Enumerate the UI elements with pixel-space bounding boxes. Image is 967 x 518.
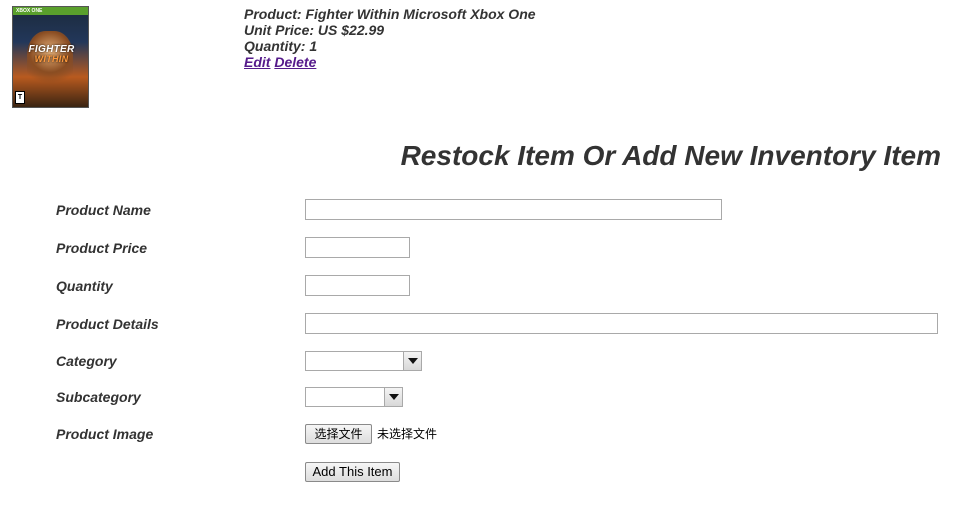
chevron-down-icon[interactable] [403, 352, 421, 370]
form-heading: Restock Item Or Add New Inventory Item [400, 140, 941, 171]
product-thumbnail[interactable]: XBOX ONE FIGHTER WITHIN T [12, 6, 89, 108]
no-file-chosen-text: 未选择文件 [377, 427, 438, 441]
product-name-input[interactable] [305, 199, 722, 220]
product-quantity-line: Quantity: 1 [244, 38, 318, 54]
product-actions: Edit Delete [244, 54, 536, 70]
chevron-down-icon[interactable] [384, 388, 402, 406]
edit-link[interactable]: Edit [244, 54, 270, 70]
cover-title-line2: WITHIN [34, 54, 69, 64]
product-name-label: Product Name [56, 202, 151, 218]
product-price-line: Unit Price: US $22.99 [244, 22, 385, 38]
add-item-button[interactable]: Add This Item [305, 462, 400, 482]
product-details-input[interactable] [305, 313, 938, 334]
product-image-label: Product Image [56, 426, 154, 442]
product-name-line: Product: Fighter Within Microsoft Xbox O… [244, 6, 536, 22]
subcategory-label: Subcategory [56, 389, 141, 405]
esrb-rating-badge: T [15, 91, 25, 104]
category-label: Category [56, 353, 117, 369]
xbox-brand-bar: XBOX ONE [13, 7, 88, 15]
product-price-input[interactable] [305, 237, 410, 258]
product-details-label: Product Details [56, 316, 159, 332]
choose-file-button[interactable]: 选择文件 [305, 424, 372, 444]
category-select[interactable] [305, 351, 422, 371]
delete-link[interactable]: Delete [274, 54, 316, 70]
subcategory-select[interactable] [305, 387, 403, 407]
quantity-input[interactable] [305, 275, 410, 296]
quantity-label: Quantity [56, 278, 113, 294]
product-price-label: Product Price [56, 240, 148, 256]
xbox-brand-text: XBOX ONE [16, 8, 43, 14]
product-info: Product: Fighter Within Microsoft Xbox O… [244, 6, 536, 70]
